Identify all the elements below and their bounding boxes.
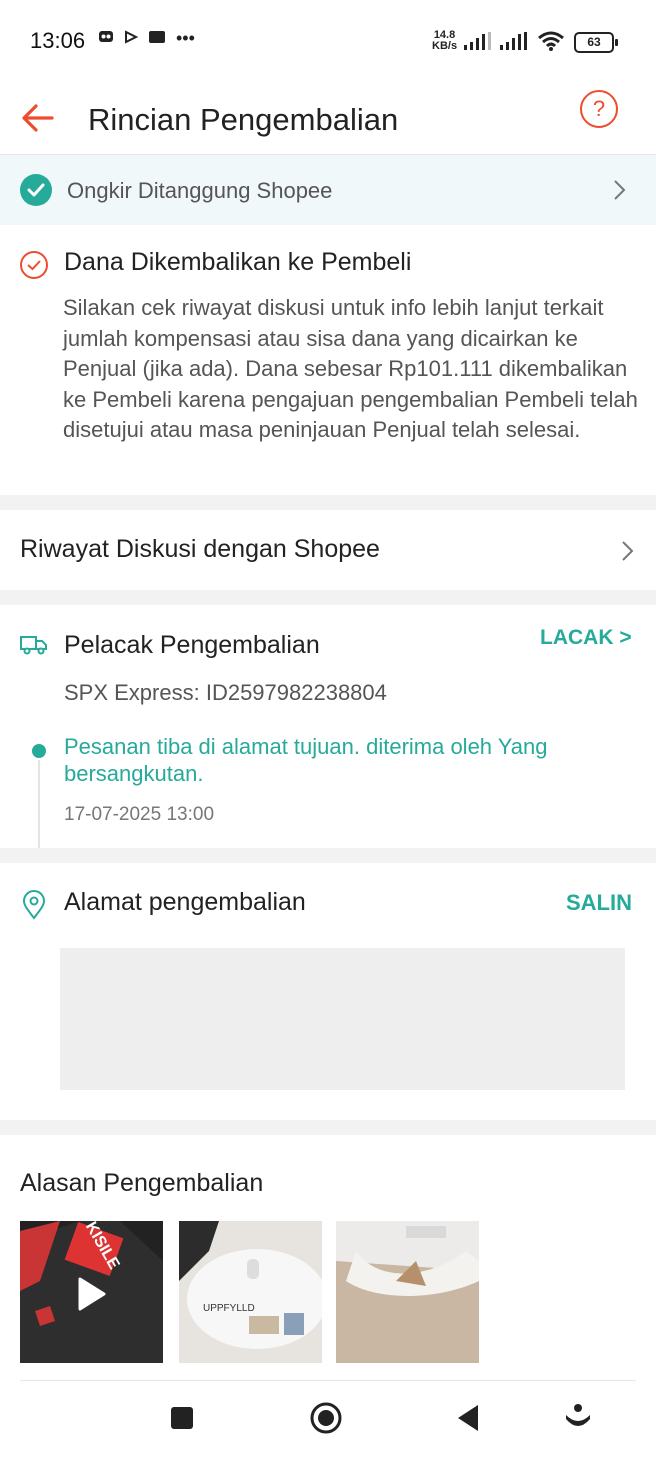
reason-photo-thumbnail[interactable] [336,1221,479,1363]
message-notification-icon [148,28,166,49]
help-icon[interactable]: ? [580,90,618,128]
page-title: Rincian Pengembalian [88,102,399,137]
net-speed: 14.8 KB/s [432,30,457,52]
section-divider [0,848,656,863]
section-divider [0,590,656,605]
app-header: Rincian Pengembalian [0,82,656,155]
refund-status-title: Dana Dikembalikan ke Pembeli [64,248,412,276]
status-time: 13:06 [30,28,86,53]
back-arrow-icon[interactable] [20,100,56,136]
discussion-label: Riwayat Diskusi dengan Shopee [20,535,380,563]
timeline-dot [32,744,46,758]
redacted-address [60,948,625,1090]
more-notifications-icon: ••• [176,28,195,48]
notification-icons: ••• [98,28,195,49]
status-check-icon [20,251,48,279]
divider [20,1380,636,1381]
recent-apps-icon[interactable] [170,1406,194,1435]
reason-photo-thumbnail[interactable]: UPPFYLLD [179,1221,322,1363]
signal-icon-2 [500,32,528,55]
battery-icon: 63 [574,32,618,53]
address-title: Alamat pengembalian [64,888,306,916]
reason-video-thumbnail[interactable]: KISILE [20,1221,163,1363]
tracker-title: Pelacak Pengembalian [64,631,320,659]
tracker-event: Pesanan tiba di alamat tujuan. diterima … [64,734,548,786]
tracker-event-time: 17-07-2025 13:00 [64,804,215,825]
net-speed-unit: KB/s [432,40,458,52]
chevron-right-icon [620,537,636,570]
reason-title: Alasan Pengembalian [20,1169,264,1197]
back-icon[interactable] [456,1403,480,1438]
assistant-icon[interactable] [564,1403,592,1438]
timeline-line [38,760,40,848]
signal-icon [464,32,492,55]
truck-icon [20,634,48,656]
location-pin-icon [22,890,46,920]
refund-status-body: Silakan cek riwayat diskusi untuk info l… [63,295,638,442]
thumb-text: UPPFYLLD [203,1303,255,1314]
section-divider [0,1120,656,1135]
copy-button[interactable]: SALIN [566,890,632,916]
chevron-right-icon [612,176,628,209]
track-button[interactable]: LACAK > [540,626,632,650]
banner-text: Ongkir Ditanggung Shopee [67,178,333,203]
check-circle-icon [20,174,52,206]
section-divider [0,495,656,510]
wifi-icon [537,30,565,57]
play-notification-icon [124,28,139,49]
app-notification-icon [98,28,114,49]
home-icon[interactable] [309,1401,343,1440]
play-icon[interactable] [76,1276,108,1317]
courier-tracking-number: SPX Express: ID2597982238804 [64,680,387,705]
